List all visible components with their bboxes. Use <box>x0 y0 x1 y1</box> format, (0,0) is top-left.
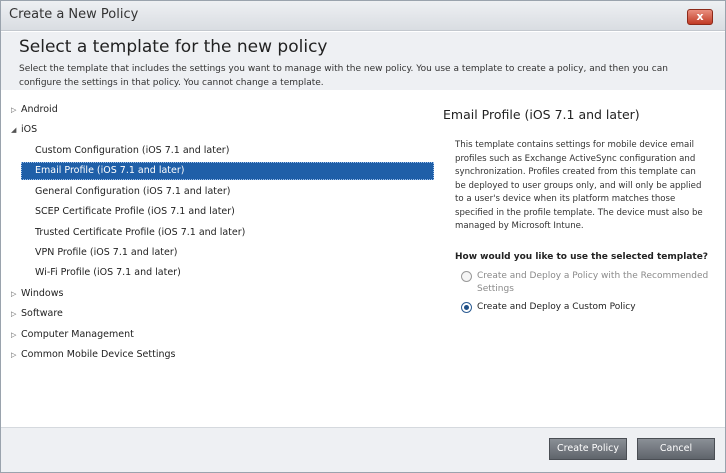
tree-node-windows[interactable]: ▷ Windows <box>11 286 63 302</box>
create-policy-button[interactable]: Create Policy <box>549 438 627 460</box>
tree-item-wifi-profile[interactable]: Wi-Fi Profile (iOS 7.1 and later) <box>35 265 181 281</box>
tree-node-software[interactable]: ▷ Software <box>11 306 63 322</box>
tree-node-label: Windows <box>21 288 64 299</box>
tree-item-vpn-profile[interactable]: VPN Profile (iOS 7.1 and later) <box>35 245 177 261</box>
tree-node-label: Software <box>21 308 63 319</box>
tree-node-label: Computer Management <box>21 329 134 340</box>
tree-node-computer-management[interactable]: ▷ Computer Management <box>11 327 134 343</box>
usage-question: How would you like to use the selected t… <box>455 252 709 262</box>
expand-arrow-icon[interactable]: ▷ <box>11 327 21 343</box>
expand-arrow-icon[interactable]: ▷ <box>11 347 21 363</box>
tree-node-common-mobile[interactable]: ▷ Common Mobile Device Settings <box>11 347 175 363</box>
close-icon: x <box>696 10 704 23</box>
radio-recommended <box>461 271 472 282</box>
tree-node-label: Common Mobile Device Settings <box>21 349 176 360</box>
option-label: Create and Deploy a Custom Policy <box>477 302 636 312</box>
tree-node-label: iOS <box>21 124 38 135</box>
tree-node-label: Android <box>21 104 58 115</box>
tree-item-label: General Configuration (iOS 7.1 and later… <box>35 186 231 197</box>
tree-item-label: Trusted Certificate Profile (iOS 7.1 and… <box>35 227 246 238</box>
title-bar: Create a New Policy x <box>1 1 725 31</box>
tree-item-label: VPN Profile (iOS 7.1 and later) <box>35 247 178 258</box>
tree-item-general-configuration[interactable]: General Configuration (iOS 7.1 and later… <box>35 184 230 200</box>
window-title: Create a New Policy <box>9 7 139 22</box>
tree-item-custom-configuration[interactable]: Custom Configuration (iOS 7.1 and later) <box>35 143 229 159</box>
page-description: Select the template that includes the se… <box>19 64 668 88</box>
expand-arrow-icon[interactable]: ▷ <box>11 306 21 322</box>
details-title: Email Profile (iOS 7.1 and later) <box>443 107 640 122</box>
tree-item-email-profile[interactable]: Email Profile (iOS 7.1 and later) <box>35 163 184 179</box>
collapse-arrow-icon[interactable]: ◢ <box>11 122 21 138</box>
create-policy-dialog: Create a New Policy x Select a template … <box>0 0 726 473</box>
page-title: Select a template for the new policy <box>19 37 328 57</box>
tree-item-label: Email Profile (iOS 7.1 and later) <box>35 165 185 176</box>
tree-item-trusted-certificate[interactable]: Trusted Certificate Profile (iOS 7.1 and… <box>35 225 245 241</box>
cancel-button[interactable]: Cancel <box>637 438 715 460</box>
tree-item-label: Custom Configuration (iOS 7.1 and later) <box>35 145 230 156</box>
option-label: Create and Deploy a Policy with the Reco… <box>477 271 709 294</box>
radio-custom[interactable] <box>461 302 472 313</box>
dialog-header: Select a template for the new policy Sel… <box>1 32 725 90</box>
details-description: This template contains settings for mobi… <box>455 140 703 231</box>
dialog-footer: Create Policy Cancel <box>1 427 725 472</box>
tree-item-label: Wi-Fi Profile (iOS 7.1 and later) <box>35 267 181 278</box>
tree-node-ios[interactable]: ◢ iOS <box>11 122 37 138</box>
tree-item-label: SCEP Certificate Profile (iOS 7.1 and la… <box>35 206 235 217</box>
tree-item-scep-certificate[interactable]: SCEP Certificate Profile (iOS 7.1 and la… <box>35 204 235 220</box>
close-button[interactable]: x <box>687 9 713 25</box>
expand-arrow-icon[interactable]: ▷ <box>11 286 21 302</box>
expand-arrow-icon[interactable]: ▷ <box>11 102 21 118</box>
tree-node-android[interactable]: ▷ Android <box>11 102 58 118</box>
